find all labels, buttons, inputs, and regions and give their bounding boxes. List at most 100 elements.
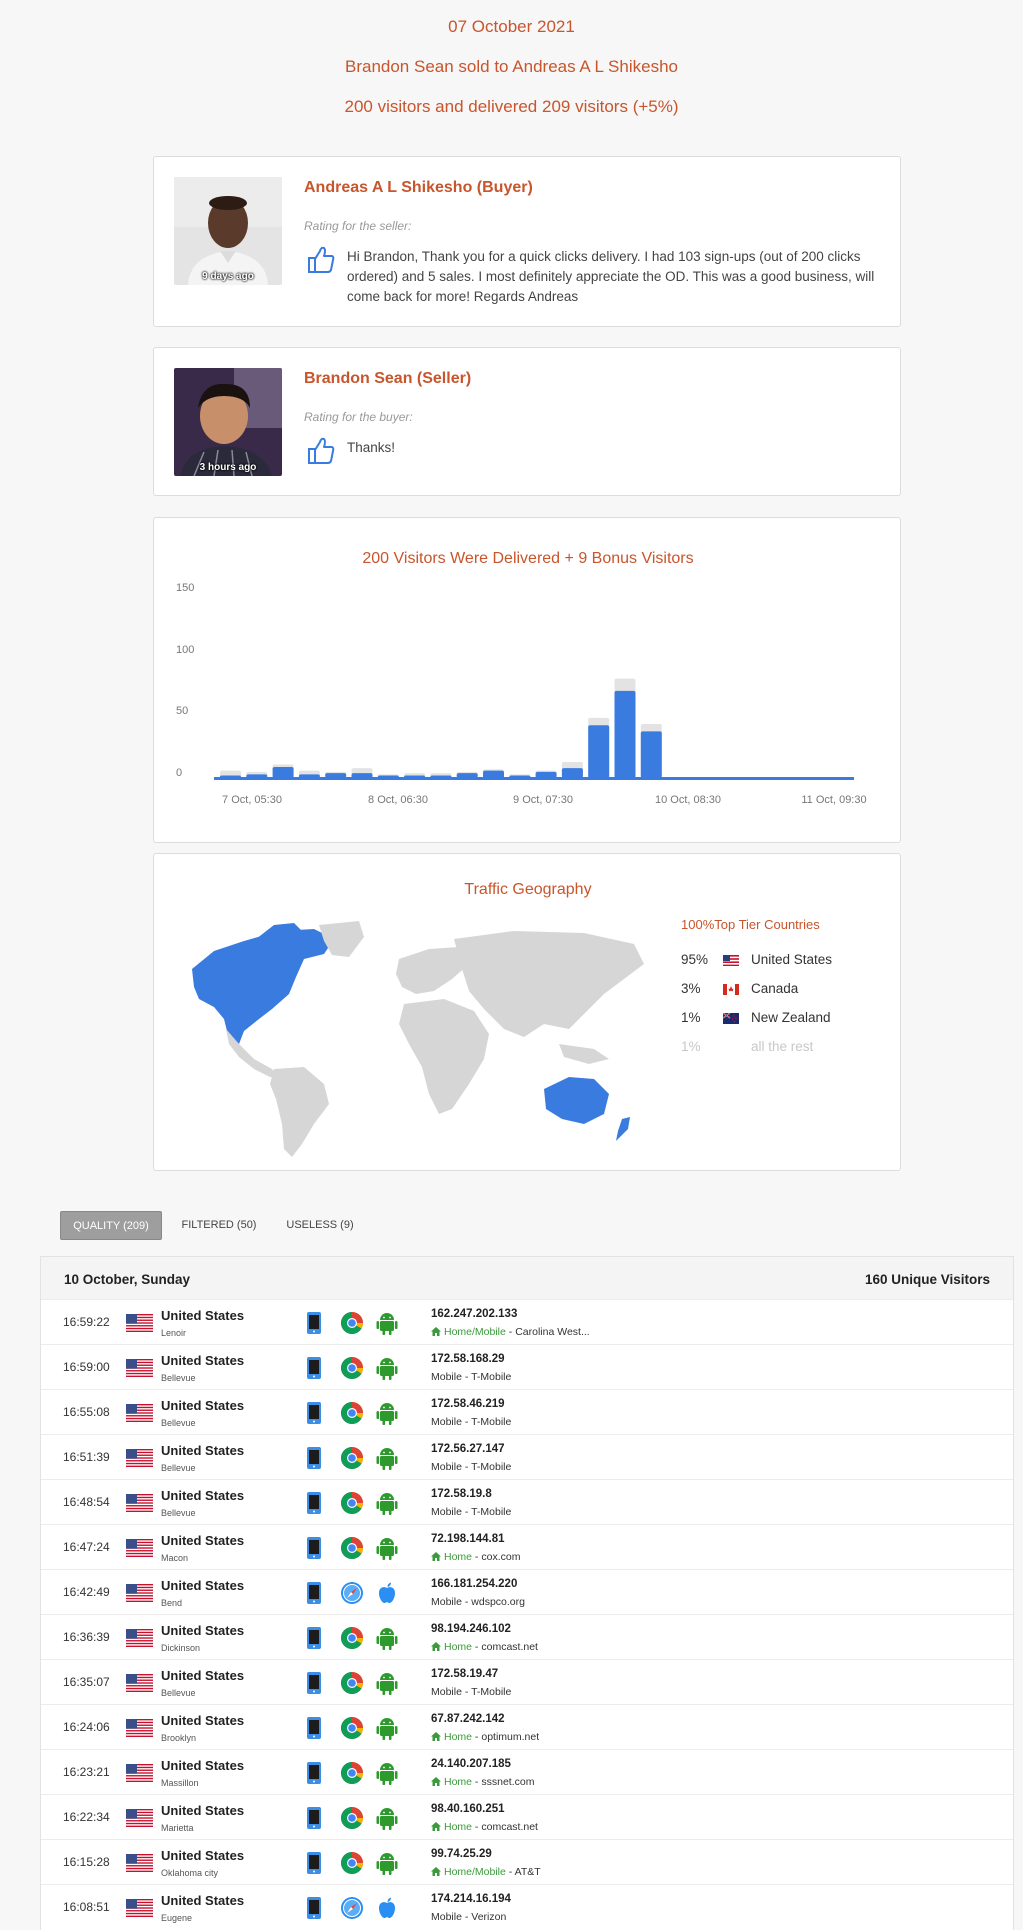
us-flag-icon [126,1854,153,1872]
chrome-icon [341,1447,363,1469]
north-america-region [192,929,334,1044]
visitor-city: Marietta [161,1823,194,1833]
asia-region [454,931,644,1037]
visitor-country: United States [161,1308,245,1323]
android-icon [376,1358,398,1380]
visitor-ip: 172.58.19.8 [431,1488,492,1500]
bar-delivered [483,770,504,778]
visit-time: 16:59:22 [63,1315,110,1329]
visitor-network: Home - comcast.net [431,1641,538,1653]
chrome-icon [341,1312,363,1334]
x-tick-label: 11 Oct, 09:30 [801,794,867,806]
traffic-geography-card: Traffic Geography 100%Top Tier Countries… [153,853,901,1171]
isp-name: optimum.net [481,1731,540,1743]
network-type: Mobile [431,1686,462,1698]
mobile-device-icon [307,1582,321,1604]
visitor-city: Bellevue [161,1463,196,1473]
visitor-country: United States [161,1353,245,1368]
mobile-device-icon [307,1492,321,1514]
visitor-ip: 67.87.242.142 [431,1713,505,1725]
seller-feedback-age: 3 hours ago [199,462,257,473]
android-icon [376,1493,398,1515]
bar-delivered [640,731,662,778]
visit-time: 16:47:24 [63,1540,110,1554]
tab-useless[interactable]: USELESS (9) [280,1211,360,1240]
tab-filtered[interactable]: FILTERED (50) [172,1211,266,1240]
country-name: all the rest [751,1039,814,1054]
visitor-network: Mobile - T-Mobile [431,1416,512,1428]
safari-icon [341,1897,363,1919]
android-icon [376,1628,398,1650]
visitor-country: United States [161,1893,245,1908]
country-name: New Zealand [751,1010,831,1025]
visit-time: 16:08:51 [63,1900,110,1914]
us-flag-icon [126,1494,153,1512]
x-tick-label: 7 Oct, 05:30 [222,794,282,806]
visit-time: 16:22:34 [63,1810,110,1824]
deal-summary: Brandon Sean sold to Andreas A L Shikesh… [344,57,678,76]
australia-region [544,1077,609,1124]
tab-quality[interactable]: QUALITY (209) [60,1211,162,1240]
chrome-icon [341,1402,363,1424]
visitor-row: 16:55:08 United States Bellevue 172.58.46.2… [41,1389,1013,1434]
mobile-device-icon [307,1312,321,1334]
seller-avatar[interactable]: 3 hours ago [174,368,282,476]
network-type: Home [444,1641,473,1653]
network-type: Mobile [431,1506,462,1518]
top-tier-summary: 100%Top Tier Countries [681,917,820,932]
chrome-icon [341,1537,363,1559]
visitor-network: Home - sssnet.com [431,1776,534,1788]
visit-time: 16:42:49 [63,1585,110,1599]
network-type: Mobile [431,1416,462,1428]
mobile-device-icon [307,1897,321,1919]
android-icon [376,1313,398,1335]
isp-name: T-Mobile [471,1686,512,1698]
visit-time: 16:15:28 [63,1855,110,1869]
chrome-icon [341,1492,363,1514]
us-flag-icon [126,1449,153,1467]
y-tick-label: 150 [176,582,195,594]
nz-flag-icon [723,1013,739,1024]
visitor-ip: 99.74.25.29 [431,1848,492,1860]
visitor-country: United States [161,1398,245,1413]
mobile-device-icon [307,1717,321,1739]
visitor-row: 16:24:06 United States Brooklyn 67.87.242.1… [41,1704,1013,1749]
android-icon [376,1718,398,1740]
visitor-network: Mobile - T-Mobile [431,1371,512,1383]
buyer-feedback-age: 9 days ago [202,271,254,282]
chrome-icon [341,1762,363,1784]
visitor-ip: 72.198.144.81 [431,1533,505,1545]
isp-name: wdspco.org [471,1596,525,1608]
visitor-city: Lenoir [161,1328,187,1338]
unique-visitors-count: 160 Unique Visitors [864,1272,990,1287]
feedback-text: Thanks! [347,440,396,455]
home-icon [431,1327,441,1336]
x-tick-label: 10 Oct, 08:30 [654,794,722,806]
visit-time: 16:51:39 [63,1450,110,1464]
rating-label: Rating for the seller: [304,219,412,233]
apple-icon [379,1897,395,1918]
buyer-avatar[interactable]: 9 days ago [174,177,282,285]
delivery-summary: 200 visitors and delivered 209 visitors … [344,97,679,116]
mobile-device-icon [307,1357,321,1379]
visitor-country: United States [161,1578,245,1593]
x-axis-line [214,777,854,780]
visitor-ip: 172.56.27.147 [431,1443,505,1455]
buyer-feedback-card: 9 days ago Andreas A L Shikesho (Buyer) … [153,156,901,327]
visitor-ip: 24.140.207.185 [431,1758,511,1770]
network-type: Mobile [431,1371,462,1383]
africa-region [399,999,489,1114]
us-flag-icon [126,1674,153,1692]
mobile-device-icon [307,1807,321,1829]
visitor-city: Bellevue [161,1418,196,1428]
visit-time: 16:35:07 [63,1675,110,1689]
chrome-icon [341,1717,363,1739]
visitor-network: Mobile - T-Mobile [431,1461,512,1473]
network-type: Mobile [431,1911,462,1923]
visitor-city: Bellevue [161,1688,196,1698]
mobile-device-icon [307,1537,321,1559]
visitor-network: Mobile - Verizon [431,1911,507,1923]
home-icon [431,1552,441,1561]
isp-name: Verizon [471,1911,507,1923]
visitors-table: 10 October, Sunday 160 Unique Visitors 1… [40,1256,1014,1930]
